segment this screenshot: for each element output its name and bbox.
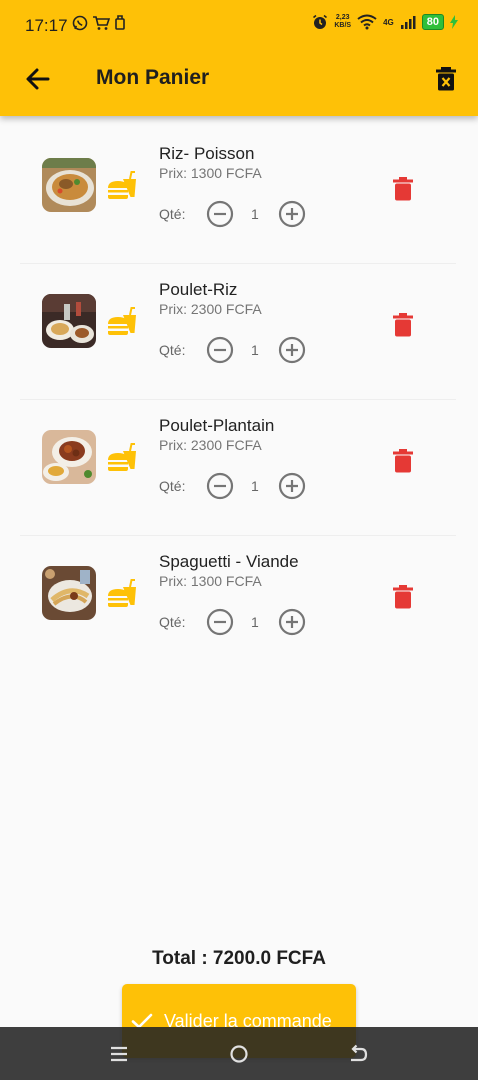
- wifi-icon: [357, 14, 377, 30]
- app-bar: 17:17 2,23 KB/S 4G 80 Mon Panier: [0, 0, 478, 116]
- food-thumbnail: [42, 430, 96, 484]
- fastfood-icon: [108, 171, 136, 199]
- quantity-label: Qté:: [159, 478, 186, 494]
- food-thumbnail: [42, 158, 96, 212]
- delete-icon[interactable]: [392, 312, 414, 338]
- plus-circle-icon[interactable]: [278, 608, 306, 636]
- notification-icon: [115, 15, 125, 30]
- quantity-value: 1: [251, 342, 259, 358]
- status-notification-icons: [72, 15, 126, 31]
- whatsapp-icon: [72, 15, 88, 31]
- item-name: Riz- Poisson: [159, 144, 255, 163]
- charging-icon: [450, 15, 458, 29]
- shopping-cart-icon: [93, 16, 110, 30]
- cart-item: Riz- Poisson Prix: 1300 FCFA Qté: 1: [20, 128, 456, 264]
- item-price: Prix: 1300 FCFA: [159, 573, 262, 589]
- delete-icon[interactable]: [392, 176, 414, 202]
- item-price: Prix: 1300 FCFA: [159, 165, 262, 181]
- minus-circle-icon[interactable]: [206, 472, 234, 500]
- cart-total: Total : 7200.0 FCFA: [152, 948, 326, 969]
- plus-circle-icon[interactable]: [278, 200, 306, 228]
- alarm-icon: [313, 14, 328, 29]
- delete-icon[interactable]: [392, 448, 414, 474]
- back-arrow-icon[interactable]: [22, 63, 54, 95]
- minus-circle-icon[interactable]: [206, 200, 234, 228]
- food-thumbnail: [42, 294, 96, 348]
- plus-circle-icon[interactable]: [278, 472, 306, 500]
- minus-circle-icon[interactable]: [206, 608, 234, 636]
- food-thumbnail: [42, 566, 96, 620]
- delete-icon[interactable]: [392, 584, 414, 610]
- status-system-icons: 2,23 KB/S 4G 80: [312, 14, 458, 30]
- status-time: 17:17: [25, 16, 68, 35]
- quantity-label: Qté:: [159, 206, 186, 222]
- item-name: Poulet-Riz: [159, 280, 238, 299]
- network-type: 4G: [383, 17, 394, 27]
- clear-cart-icon[interactable]: [434, 66, 458, 92]
- quantity-value: 1: [251, 206, 259, 222]
- fastfood-icon: [108, 443, 136, 471]
- fastfood-icon: [108, 579, 136, 607]
- network-speed: 2,23 KB/S: [334, 14, 352, 29]
- minus-circle-icon[interactable]: [206, 336, 234, 364]
- item-name: Spaguetti - Viande: [159, 552, 299, 571]
- signal-icon: [400, 16, 416, 29]
- cart-item: Poulet-Plantain Prix: 2300 FCFA Qté: 1: [20, 400, 456, 536]
- cart-item: Poulet-Riz Prix: 2300 FCFA Qté: 1: [20, 264, 456, 400]
- plus-circle-icon[interactable]: [278, 336, 306, 364]
- home-icon[interactable]: [229, 1044, 249, 1064]
- system-nav-bar: [0, 1027, 478, 1080]
- nav-back-icon[interactable]: [348, 1044, 368, 1064]
- battery-level: 80: [421, 14, 444, 30]
- quantity-label: Qté:: [159, 342, 186, 358]
- page-title: Mon Panier: [96, 66, 210, 89]
- item-name: Poulet-Plantain: [159, 416, 275, 435]
- fastfood-icon: [108, 307, 136, 335]
- recent-apps-icon[interactable]: [110, 1045, 128, 1063]
- item-price: Prix: 2300 FCFA: [159, 437, 262, 453]
- item-price: Prix: 2300 FCFA: [159, 301, 262, 317]
- status-bar: 17:17 2,23 KB/S 4G 80: [0, 0, 478, 52]
- cart-item: Spaguetti - Viande Prix: 1300 FCFA Qté: …: [20, 536, 456, 672]
- quantity-label: Qté:: [159, 614, 186, 630]
- quantity-value: 1: [251, 614, 259, 630]
- quantity-value: 1: [251, 478, 259, 494]
